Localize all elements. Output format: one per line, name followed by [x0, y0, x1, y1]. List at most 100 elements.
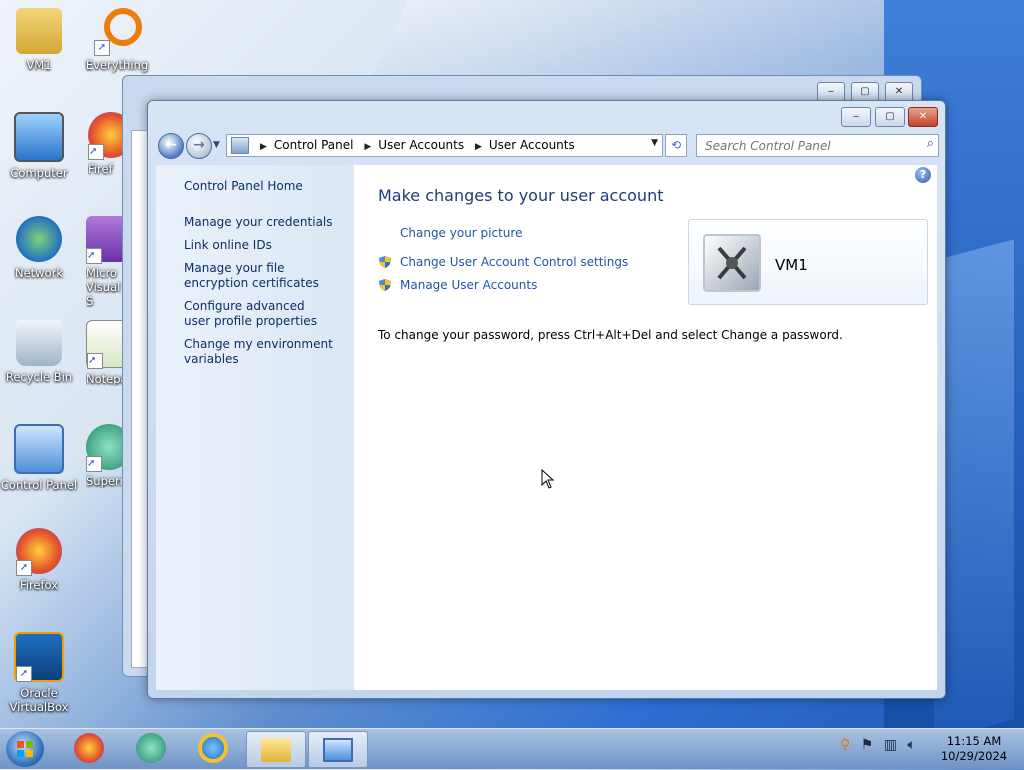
- window-content: Control Panel Home Manage your credentia…: [156, 165, 937, 690]
- user-accounts-window[interactable]: ‒ ▢ ✕ ← → ▼ ▶ Control Panel ▶ User Account…: [147, 100, 946, 699]
- close-button[interactable]: ✕: [885, 82, 913, 102]
- clock-date: 10/29/2024: [940, 749, 1008, 763]
- desktop-icon-label: Control Panel: [0, 478, 78, 492]
- desktop-icon-vm1[interactable]: VM1: [0, 8, 82, 72]
- desktop-icon-label: Micro Visual S: [86, 266, 121, 308]
- breadcrumb-separator-icon[interactable]: ▶: [475, 142, 482, 152]
- taskbar-control-panel[interactable]: [308, 731, 368, 768]
- desktop-icon-everything[interactable]: ➚ Everything: [74, 8, 160, 72]
- uac-shield-icon: [379, 256, 391, 268]
- breadcrumb-separator-icon[interactable]: ▶: [364, 142, 371, 152]
- firefox-icon: ➚: [88, 112, 124, 160]
- link-online-ids-link[interactable]: Link online IDs: [184, 238, 344, 253]
- main-pane: ? Make changes to your user account Chan…: [354, 165, 937, 690]
- shortcut-arrow-icon: ➚: [16, 666, 32, 682]
- desktop-icon-virtualbox[interactable]: ➚ Oracle VirtualBox: [0, 632, 82, 714]
- desktop-icon-label: Oracle VirtualBox: [9, 686, 69, 714]
- taskbar-windows-explorer[interactable]: [246, 731, 306, 768]
- address-dropdown-icon[interactable]: ▼: [651, 138, 658, 148]
- manage-credentials-link[interactable]: Manage your credentials: [184, 215, 344, 230]
- desktop-icon-label: Network: [14, 266, 64, 280]
- windows-logo-icon: [17, 741, 33, 757]
- maximize-button[interactable]: ▢: [851, 82, 879, 102]
- manage-user-accounts-link[interactable]: Manage User Accounts: [400, 278, 537, 292]
- internet-explorer-icon: [198, 733, 228, 763]
- change-uac-settings-link[interactable]: Change User Account Control settings: [400, 255, 628, 269]
- recent-pages-dropdown-icon[interactable]: ▼: [213, 140, 220, 150]
- taskbar-firefox[interactable]: [60, 731, 118, 766]
- computer-icon: [14, 112, 64, 162]
- desktop-icon-network[interactable]: Network: [0, 216, 82, 280]
- control-panel-home-link[interactable]: Control Panel Home: [184, 179, 344, 194]
- desktop-icon-recycle-bin[interactable]: Recycle Bin: [0, 320, 82, 384]
- wallpaper-shape: [934, 239, 1014, 741]
- refresh-icon[interactable]: ⟲: [665, 134, 687, 157]
- desktop-icon-super-partial[interactable]: ➚ Superr: [86, 424, 122, 488]
- search-box[interactable]: ⌕: [696, 134, 939, 157]
- shortcut-arrow-icon: ➚: [16, 560, 32, 576]
- address-bar[interactable]: ▶ Control Panel ▶ User Accounts ▶ User Acco…: [226, 134, 663, 157]
- mouse-cursor-icon: [541, 469, 555, 489]
- password-instructions: To change your password, press Ctrl+Alt+…: [378, 328, 843, 342]
- clock[interactable]: 11:15 AM 10/29/2024: [936, 734, 1012, 764]
- taskbar-internet-explorer[interactable]: [184, 731, 242, 766]
- environment-variables-link[interactable]: Change my environment variables: [184, 337, 334, 367]
- network-tray-icon[interactable]: ▥: [884, 737, 897, 753]
- user-folder-icon: [16, 8, 62, 54]
- shortcut-arrow-icon: ➚: [94, 40, 110, 56]
- action-center-flag-icon[interactable]: ⚑: [861, 737, 874, 753]
- shortcut-arrow-icon: ➚: [86, 248, 102, 264]
- shortcut-arrow-icon: ➚: [86, 456, 102, 472]
- clock-time: 11:15 AM: [946, 734, 1002, 748]
- desktop-icon-control-panel[interactable]: Control Panel: [0, 424, 82, 492]
- back-arrow-icon[interactable]: ←: [158, 133, 184, 159]
- start-button[interactable]: [6, 731, 44, 767]
- file-encryption-certificates-link[interactable]: Manage your file encryption certificates: [184, 261, 349, 291]
- desktop-icon-label: Firefox: [19, 578, 59, 592]
- search-tray-icon[interactable]: ⚲: [840, 737, 850, 753]
- shortcut-arrow-icon: ➚: [87, 353, 103, 369]
- close-button[interactable]: ✕: [908, 107, 938, 127]
- desktop-icon-label: Superr: [86, 474, 122, 488]
- virtualbox-icon: ➚: [14, 632, 64, 682]
- volume-muted-icon[interactable]: 🔈︎: [907, 737, 915, 753]
- control-panel-icon: [14, 424, 64, 474]
- user-account-card: VM1: [688, 219, 928, 305]
- shortcut-arrow-icon: ➚: [88, 144, 104, 160]
- system-tray: ⚲ ⚑ ▥ 🔈︎: [840, 737, 916, 753]
- uac-shield-icon: [379, 279, 391, 291]
- help-icon[interactable]: ?: [915, 167, 931, 183]
- superrecorder-icon: ➚: [86, 424, 122, 472]
- superrecorder-icon: [136, 733, 166, 763]
- change-picture-link[interactable]: Change your picture: [400, 226, 522, 240]
- desktop-icon-label: Recycle Bin: [5, 370, 73, 384]
- search-icon[interactable]: ⌕: [927, 136, 934, 151]
- desktop-icon-computer[interactable]: Computer: [0, 112, 82, 180]
- breadcrumb-user-accounts[interactable]: User Accounts: [378, 138, 464, 152]
- advanced-user-profile-link[interactable]: Configure advanced user profile properti…: [184, 299, 334, 329]
- visual-studio-icon: ➚: [86, 216, 122, 264]
- breadcrumb-control-panel[interactable]: Control Panel: [274, 138, 354, 152]
- desktop-icon-firefox[interactable]: ➚ Firefox: [0, 528, 82, 592]
- maximize-button[interactable]: ▢: [875, 107, 905, 127]
- left-navigation-pane: Control Panel Home Manage your credentia…: [156, 165, 354, 690]
- page-title: Make changes to your user account: [378, 186, 664, 205]
- folder-icon: [261, 738, 291, 762]
- minimize-button[interactable]: ‒: [817, 82, 845, 102]
- forward-arrow-icon[interactable]: →: [186, 133, 212, 159]
- firefox-icon: ➚: [16, 528, 62, 576]
- taskbar-superrecorder[interactable]: [122, 731, 180, 766]
- minimize-button[interactable]: ‒: [841, 107, 871, 127]
- search-input[interactable]: [703, 136, 907, 156]
- user-picture-icon[interactable]: [703, 234, 761, 292]
- navigation-bar: ← → ▼ ▶ Control Panel ▶ User Accounts ▶ Use…: [156, 133, 939, 159]
- desktop-icon-notepad-partial[interactable]: ➚ Notepa: [86, 320, 122, 386]
- breadcrumb-user-accounts-current[interactable]: User Accounts: [489, 138, 575, 152]
- control-panel-icon: [231, 137, 249, 154]
- desktop-icon-visual-studio-partial[interactable]: ➚ Micro Visual S: [86, 216, 122, 308]
- desktop-icon-label: VM1: [26, 58, 52, 72]
- breadcrumb-separator-icon: ▶: [260, 142, 267, 152]
- desktop-icon-firefox-partial[interactable]: ➚ Firef: [88, 112, 124, 176]
- desktop-icon-label: Everything: [85, 58, 149, 72]
- notepad-icon: ➚: [86, 320, 122, 369]
